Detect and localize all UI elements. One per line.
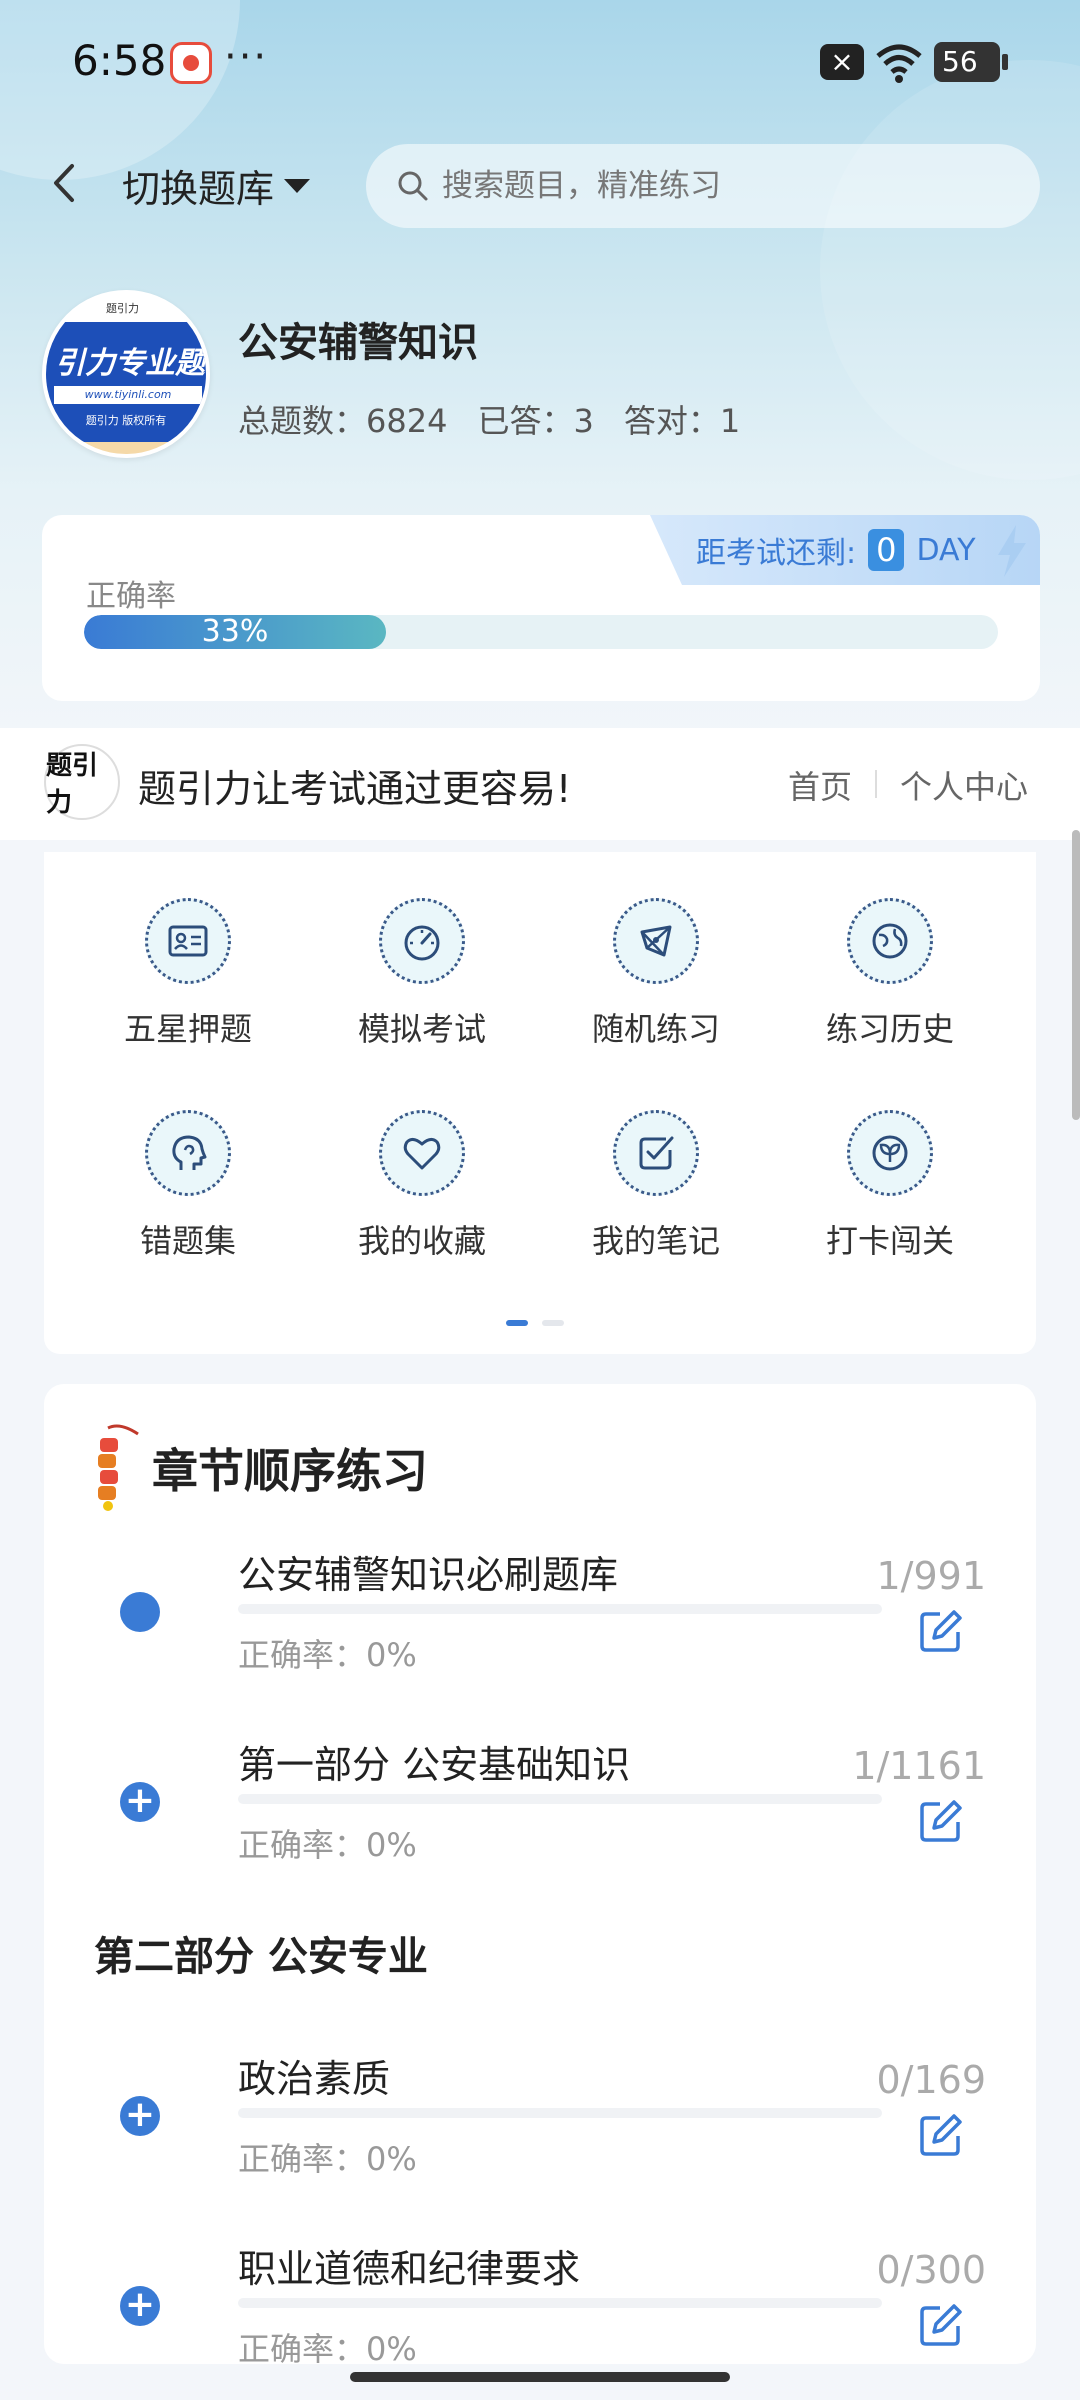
feature-grid: 五星押题 模拟考试 随机练习 练习历史 错题集 我的收藏 我的笔记 打卡闯关: [44, 852, 1036, 1354]
profile-link[interactable]: 个人中心: [900, 762, 1028, 808]
id-card-icon: [168, 925, 208, 957]
menu-mock-exam[interactable]: 模拟考试: [322, 898, 522, 1078]
chapter-count: 0/300: [876, 2248, 986, 2292]
accuracy-label: 正确率: [86, 579, 176, 614]
answered-count: 已答：3: [477, 402, 594, 440]
search-icon: [398, 171, 428, 201]
chapter-accuracy: 正确率：0%: [238, 1636, 417, 1674]
chapter-heading: 章节顺序练习: [152, 1444, 428, 1498]
chapter-progress-track: [238, 1604, 882, 1614]
brand-logo: 题引力: [44, 744, 120, 820]
chapter-accuracy: 正确率：0%: [238, 2140, 417, 2178]
chapter-dot-icon: [120, 1592, 160, 1632]
chapter-count: 0/169: [876, 2058, 986, 2102]
chapter-practice-card: 章节顺序练习 公安辅警知识必刷题库 正确率：0% 1/991 + 第一部分 公安…: [44, 1384, 1036, 2364]
chapter-name: 职业道德和纪律要求: [238, 2247, 581, 2291]
status-time: 6:58: [72, 36, 167, 85]
search-input[interactable]: [442, 168, 1002, 204]
menu-random-practice[interactable]: 随机练习: [556, 898, 756, 1078]
page-dot: [542, 1320, 564, 1326]
chapter-row[interactable]: + 第一部分 公安基础知识 正确率：0% 1/1161: [44, 1734, 1036, 1884]
menu-favorites[interactable]: 我的收藏: [322, 1110, 522, 1290]
countdown-days: 0: [868, 529, 905, 571]
accuracy-percent: 33%: [201, 615, 269, 649]
expand-plus-icon[interactable]: +: [120, 2096, 160, 2136]
countdown-unit: DAY: [916, 532, 976, 568]
network-disabled-icon: ×: [820, 44, 864, 80]
accuracy-progress-bar: 33%: [84, 615, 998, 649]
status-bar: 6:58 ··· × 56: [0, 28, 1080, 98]
expand-plus-icon[interactable]: +: [120, 1782, 160, 1822]
top-bar: 切换题库: [0, 140, 1080, 230]
wifi-icon: [876, 44, 922, 83]
accuracy-card: 距考试还剩: 0 DAY 正确率 33%: [42, 515, 1040, 701]
network-icon: [640, 925, 672, 957]
back-arrow-icon[interactable]: [40, 158, 90, 208]
logo-copyright: 题引力 版权所有: [85, 414, 167, 427]
heart-icon: [403, 1137, 441, 1170]
section-title: 第二部分 公安专业: [94, 1934, 428, 1980]
page-indicator: [506, 1320, 564, 1326]
chapter-progress-track: [238, 2108, 882, 2118]
switch-bank-label: 切换题库: [122, 167, 275, 211]
chapter-row[interactable]: 公安辅警知识必刷题库 正确率：0% 1/991: [44, 1544, 1036, 1694]
edit-icon[interactable]: [918, 1608, 964, 1654]
logo-url: www.tiyinli.com: [54, 386, 202, 404]
switch-bank-dropdown[interactable]: 切换题库: [122, 158, 311, 213]
note-check-icon: [639, 1136, 674, 1170]
chapter-progress-track: [238, 1794, 882, 1804]
chapter-progress-track: [238, 2298, 882, 2308]
menu-five-star[interactable]: 五星押题: [88, 898, 288, 1078]
logo-title: 引力专业题: [55, 346, 205, 381]
total-count: 总题数：6824: [238, 402, 448, 440]
page-dot-active: [506, 1320, 528, 1326]
bank-stats: 总题数：6824 已答：3 答对：1: [238, 396, 740, 442]
accuracy-progress-fill: 33%: [84, 615, 386, 649]
menu-wrong-questions[interactable]: 错题集: [88, 1110, 288, 1290]
brand-slogan: 题引力让考试通过更容易!: [138, 767, 572, 811]
menu-check-in[interactable]: 打卡闯关: [790, 1110, 990, 1290]
chapter-count: 1/1161: [852, 1744, 986, 1788]
chapter-name: 公安辅警知识必刷题库: [238, 1553, 619, 1597]
expand-plus-icon[interactable]: +: [120, 2286, 160, 2326]
chapter-count: 1/991: [876, 1554, 986, 1598]
home-link[interactable]: 首页: [788, 762, 852, 808]
head-icon: [172, 1135, 207, 1170]
countdown-label: 距考试还剩:: [696, 536, 857, 571]
exam-countdown: 距考试还剩: 0 DAY: [650, 515, 1040, 585]
brand-strip: 题引力 题引力让考试通过更容易! 首页 个人中心: [0, 728, 1080, 840]
scrollbar[interactable]: [1072, 830, 1080, 1120]
edit-icon[interactable]: [918, 2112, 964, 2158]
home-indicator[interactable]: [350, 2372, 730, 2382]
firecracker-icon: [98, 1424, 139, 1511]
bank-title: 公安辅警知识: [238, 320, 478, 366]
question-bank-logo: 题引力 引力专业题 www.tiyinli.com 题引力 版权所有: [42, 290, 210, 458]
chapter-row[interactable]: + 政治素质 正确率：0% 0/169: [44, 2048, 1036, 2198]
chapter-accuracy: 正确率：0%: [238, 1826, 417, 1864]
lightning-icon: [998, 525, 1026, 577]
correct-count: 答对：1: [623, 402, 741, 440]
globe-icon: [872, 923, 908, 959]
battery-icon: 56: [934, 42, 1008, 82]
chapter-name: 第一部分 公安基础知识: [238, 1743, 631, 1787]
leaf-icon: [872, 1135, 908, 1171]
edit-icon[interactable]: [918, 1798, 964, 1844]
more-notifications-icon: ···: [224, 34, 269, 80]
edit-icon[interactable]: [918, 2302, 964, 2348]
menu-practice-history[interactable]: 练习历史: [790, 898, 990, 1078]
chapter-name: 政治素质: [238, 2057, 391, 2101]
search-bar[interactable]: [366, 144, 1040, 228]
chapter-row[interactable]: + 职业道德和纪律要求 正确率：0% 0/300: [44, 2238, 1036, 2364]
link-divider: [875, 770, 877, 798]
chapter-header: 章节顺序练习: [90, 1420, 428, 1516]
gauge-icon: [404, 925, 440, 961]
menu-notes[interactable]: 我的笔记: [556, 1110, 756, 1290]
caret-down-icon: [284, 178, 311, 193]
notification-app-icon: [170, 42, 212, 84]
chapter-accuracy: 正确率：0%: [238, 2330, 417, 2364]
